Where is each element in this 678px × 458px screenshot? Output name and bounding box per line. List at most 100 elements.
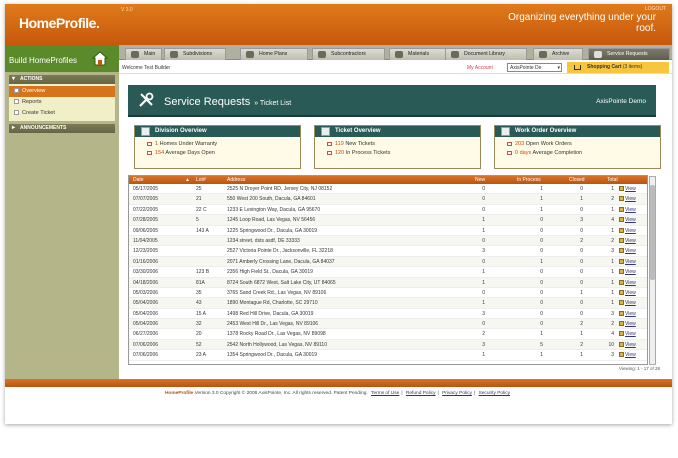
terms-link[interactable]: Terms of Use — [371, 391, 399, 396]
view-link[interactable]: View — [619, 194, 636, 204]
home-icon — [131, 51, 139, 58]
bullet-icon — [14, 98, 19, 104]
account-select[interactable]: AxisPointe De ▾ — [507, 63, 562, 72]
table-cell: 20 — [196, 331, 202, 338]
view-link[interactable]: View — [619, 246, 636, 256]
tab-document-library[interactable]: Document Library — [445, 48, 527, 60]
tab-subdivisions[interactable]: Subdivisions — [164, 48, 226, 60]
security-link[interactable]: Security Policy — [479, 391, 510, 396]
view-link[interactable]: View — [619, 205, 636, 215]
table-cell: 5 — [196, 217, 199, 224]
table-cell: 0 — [540, 310, 543, 317]
table-cell: 2 — [611, 321, 614, 328]
scroll-thumb[interactable] — [650, 185, 655, 280]
view-link[interactable]: View — [619, 350, 636, 360]
table-row: 07/07/2005 21 550 West 200 South, Dacula, … — [129, 194, 647, 205]
view-link[interactable]: View — [619, 236, 636, 246]
view-link[interactable]: View — [619, 309, 636, 319]
table-cell: 8724 South 6872 West, Salt Lake City, UT… — [227, 279, 336, 286]
sidebar-item-reports[interactable]: Reports — [9, 97, 115, 108]
document-icon — [619, 279, 624, 285]
refund-link[interactable]: Refund Policy — [406, 391, 436, 396]
table-row: 03/30/2006 123 B 2356 High Field St., Dacu… — [129, 267, 647, 278]
table-cell: 1 — [540, 331, 543, 338]
view-link[interactable]: View — [619, 298, 636, 308]
col-closed[interactable]: Closed — [569, 176, 585, 184]
view-link[interactable]: View — [619, 215, 636, 225]
table-cell: 3 — [482, 248, 485, 255]
table-row: 09/06/2005 143 A 1225 Springwood Dr., Dacu… — [129, 226, 647, 236]
table-cell: 05/04/2006 — [133, 310, 159, 317]
announcements-section-header[interactable]: ▸ ANNOUNCEMENTS — [9, 124, 115, 133]
division-overview-panel: Division Overview 1 Homes Under Warranty… — [134, 125, 301, 169]
col-new[interactable]: New — [475, 176, 485, 184]
table-row: 01/16/2006 2071 Amberly Crossing Lane, Da… — [129, 256, 647, 268]
table-scrollbar[interactable] — [649, 176, 656, 365]
ticket-line-2[interactable]: 120 In Process Tickets — [315, 149, 480, 158]
tagline: Organizing everything under your roof. — [508, 12, 656, 34]
table-cell: 1 — [482, 269, 485, 276]
table-cell: 1 — [611, 300, 614, 307]
table-cell: 3 — [482, 341, 485, 348]
table-cell: 1890 Montague Rd, Charlotte, SC 29710 — [227, 300, 318, 307]
sort-asc-icon[interactable]: ▲ — [185, 176, 190, 184]
view-link[interactable]: View — [619, 278, 636, 288]
table-cell: 0 — [540, 289, 543, 296]
table-cell: 3 — [482, 310, 485, 317]
view-link[interactable]: View — [619, 319, 636, 329]
privacy-link[interactable]: Privacy Policy — [442, 391, 472, 396]
table-cell: 1 — [540, 352, 543, 359]
actions-section-header[interactable]: ▾ ACTIONS — [9, 75, 115, 84]
app-logo[interactable]: HomeProfile. — [19, 15, 100, 31]
tab-main[interactable]: Main — [125, 48, 162, 60]
col-date[interactable]: Date — [133, 176, 144, 184]
ticket-line-1[interactable]: 119 New Tickets — [315, 140, 480, 149]
ticket-overview-panel: Ticket Overview 119 New Tickets 120 In P… — [314, 125, 481, 169]
view-link[interactable]: View — [619, 226, 636, 236]
sidebar: Build HomeProfiles ▾ ACTIONS Overview Rep… — [5, 45, 119, 379]
table-row: 05/17/2005 25 2525 N Droyer Point RD, Jers… — [129, 184, 647, 195]
table-cell: 1 — [611, 186, 614, 192]
view-link[interactable]: View — [619, 267, 636, 277]
bullet-icon — [507, 142, 512, 146]
tab-subcontractors[interactable]: Subcontractors — [312, 48, 385, 60]
table-cell: 0 — [482, 258, 485, 265]
col-in-process[interactable]: In Process — [517, 176, 541, 184]
view-link[interactable]: View — [619, 329, 636, 339]
view-link[interactable]: View — [619, 288, 636, 298]
tools-icon — [139, 92, 154, 107]
work-order-overview-panel: Work Order Overview 203 Open Work Orders… — [494, 125, 661, 169]
col-total[interactable]: Total — [607, 176, 618, 184]
view-link[interactable]: View — [619, 184, 636, 194]
view-link[interactable]: View — [619, 257, 636, 267]
document-icon — [619, 269, 624, 275]
table-cell: 0 — [580, 279, 583, 286]
table-cell: 1 — [611, 289, 614, 296]
bullet-icon — [327, 151, 332, 155]
division-line-2: 154 Average Days Open — [135, 149, 300, 158]
col-lot[interactable]: Lot# — [196, 176, 206, 184]
sidebar-item-overview[interactable]: Overview — [9, 86, 115, 97]
table-cell: 43 — [196, 300, 202, 307]
sidebar-item-create-ticket[interactable]: Create Ticket — [9, 108, 115, 119]
tab-archive[interactable]: Archive — [533, 48, 583, 60]
table-cell: 07/07/2005 — [133, 196, 159, 203]
my-account-link[interactable]: My Account — [467, 65, 493, 71]
workorder-line-1[interactable]: 203 Open Work Orders — [495, 140, 660, 149]
col-address[interactable]: Address — [227, 176, 245, 184]
table-cell: 3 — [611, 310, 614, 317]
view-link[interactable]: View — [619, 340, 636, 350]
tab-materials[interactable]: Materials — [389, 48, 447, 60]
actions-menu: Overview Reports Create Ticket — [9, 84, 115, 121]
table-cell: 4 — [611, 217, 614, 224]
table-row: 05/04/2006 32 2453 West Hill Dr., Las Vega… — [129, 319, 647, 330]
table-cell: 04/18/2006 — [133, 279, 159, 286]
table-cell: 1 — [611, 258, 614, 265]
ticket-icon — [321, 127, 330, 136]
table-cell: 01/16/2006 — [133, 258, 159, 265]
shopping-cart-link[interactable]: Shopping Cart (3 items) — [567, 62, 669, 73]
table-cell: 05/17/2005 — [133, 186, 159, 192]
tab-service-requests[interactable]: Service Requests — [588, 48, 670, 60]
tab-home-plans[interactable]: Home Plans — [240, 48, 308, 60]
table-cell: 0 — [540, 217, 543, 224]
